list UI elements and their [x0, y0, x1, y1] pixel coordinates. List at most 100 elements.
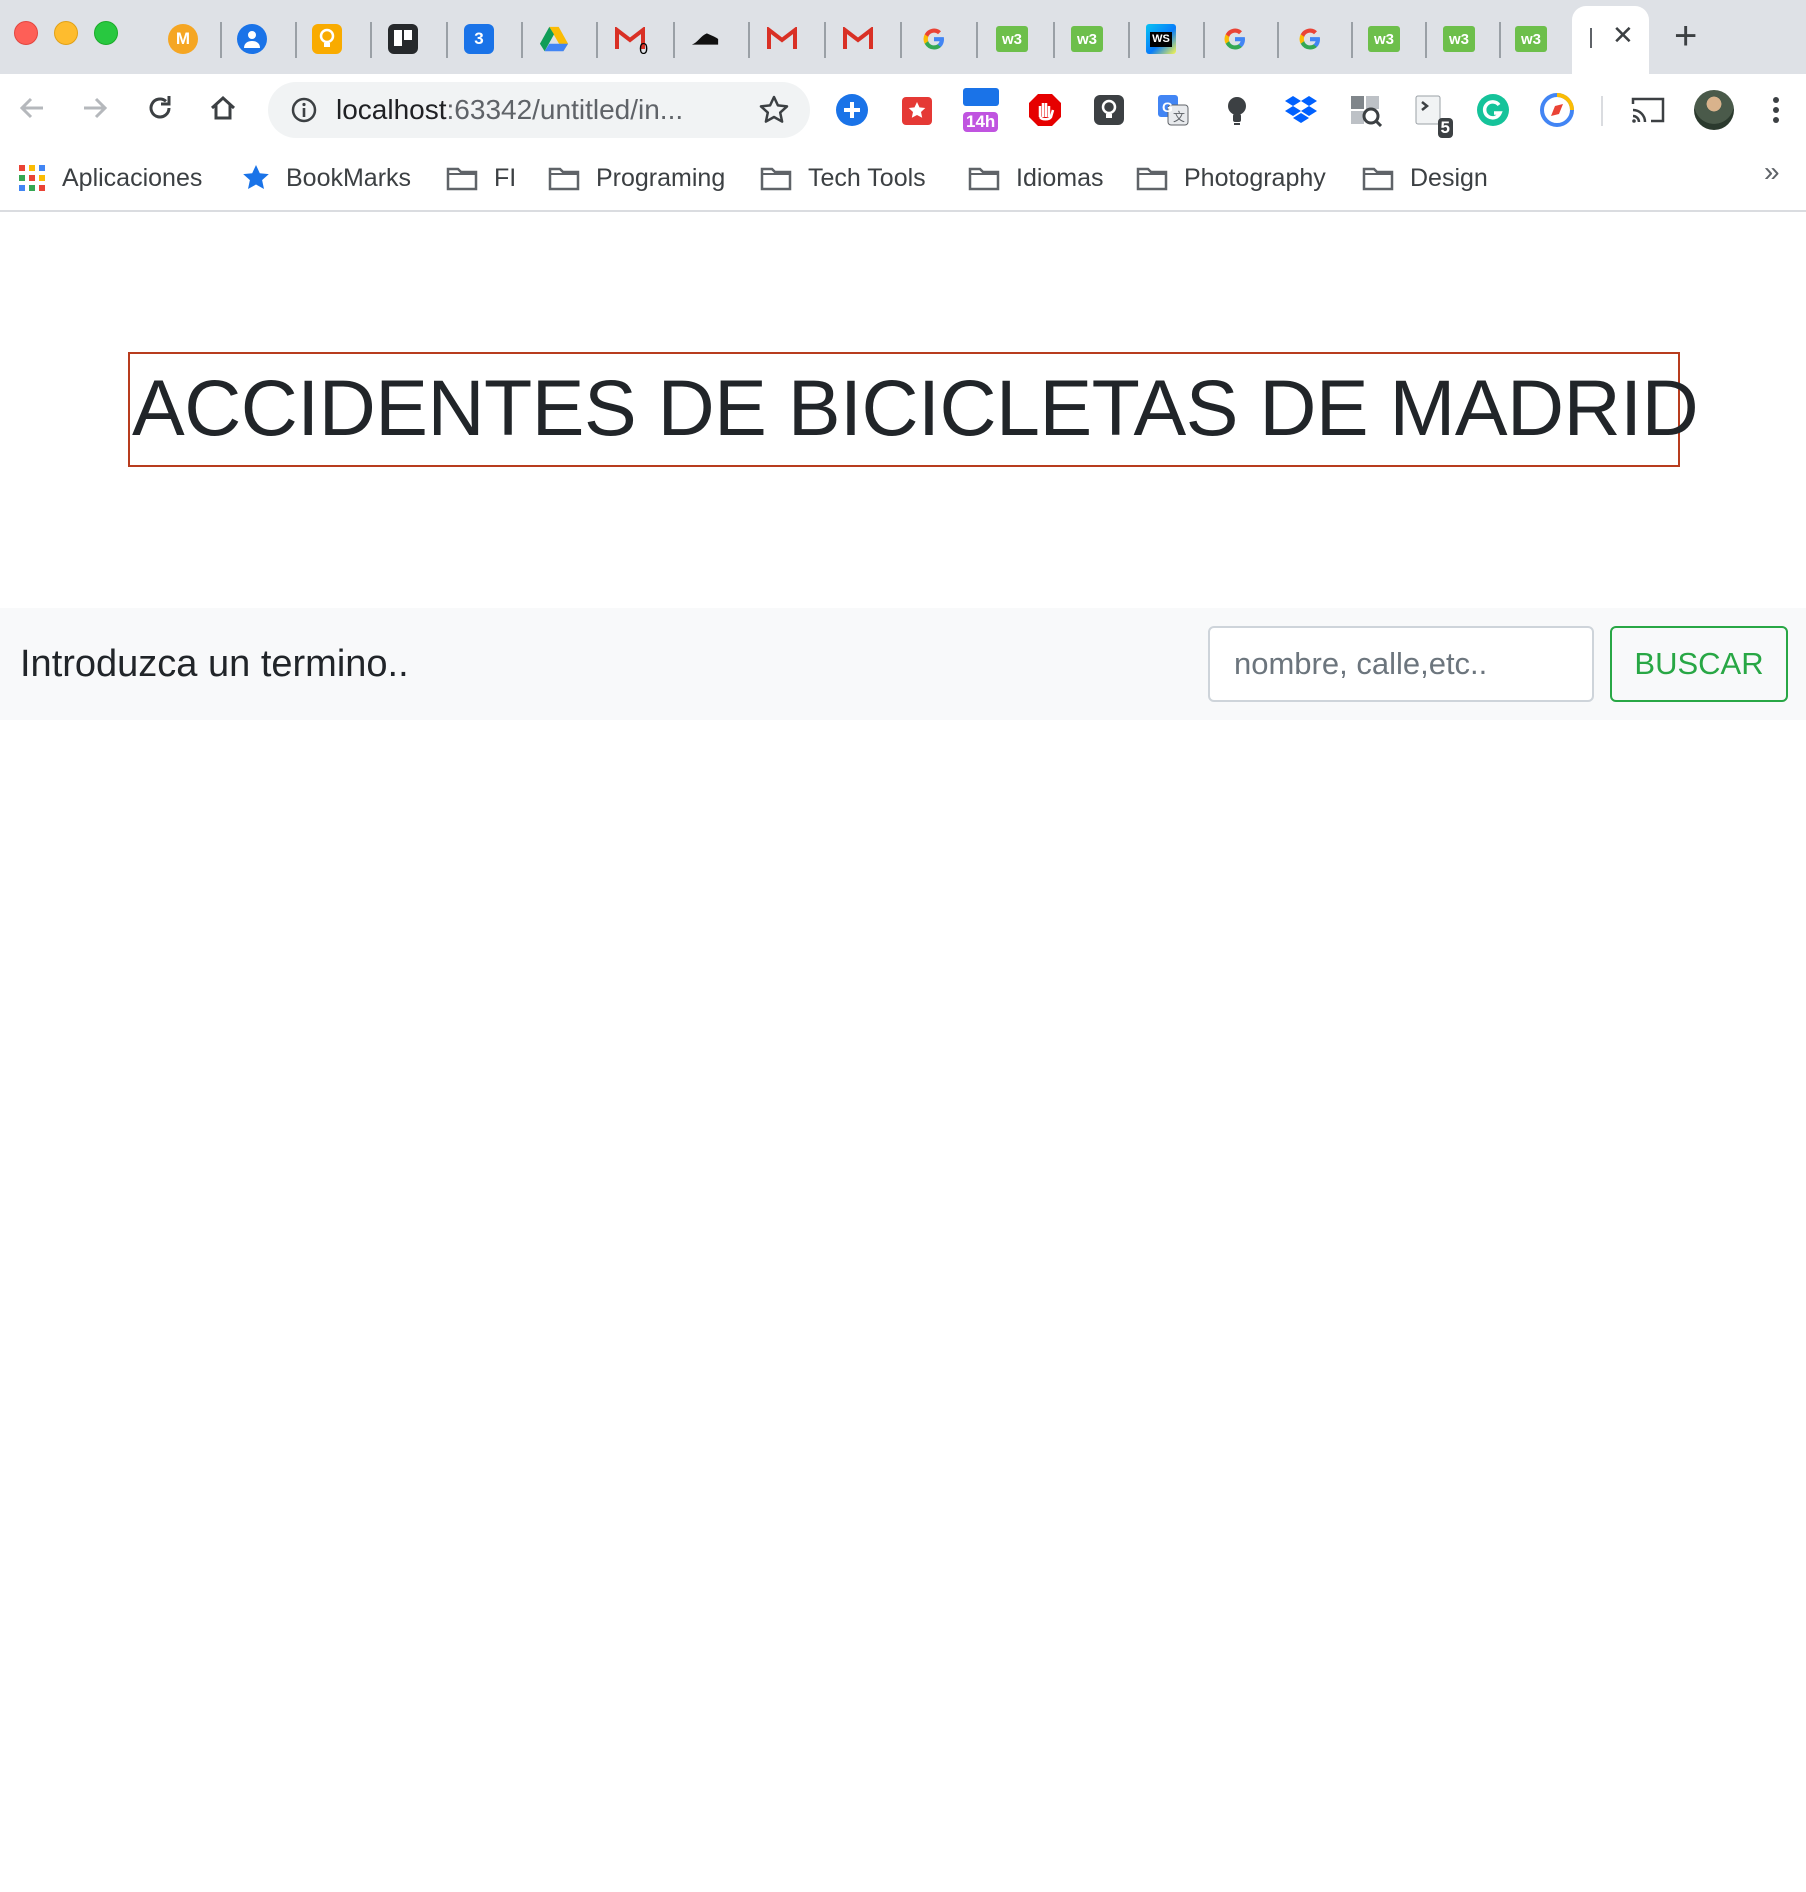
folder-icon: [1136, 165, 1168, 191]
url-host: localhost: [336, 94, 447, 125]
tab-trello[interactable]: [366, 8, 440, 70]
lightbulb-note-icon[interactable]: [1091, 92, 1127, 128]
tab-strip: M 3 0 w3 w3 WS w3 w3 w3 ✕ +: [0, 0, 1806, 74]
w3schools-icon: w3: [996, 26, 1028, 52]
address-url[interactable]: localhost:63342/untitled/in...: [336, 94, 683, 126]
gmail-icon: 0: [615, 24, 648, 58]
new-tab-button[interactable]: +: [1674, 16, 1697, 56]
toolbar-divider: [1601, 96, 1603, 126]
folder-icon: [968, 165, 1000, 191]
tab-w3schools[interactable]: w3: [975, 8, 1049, 70]
search-button[interactable]: BUSCAR: [1610, 626, 1788, 702]
timer-icon[interactable]: 14h: [963, 88, 999, 132]
timer-badge: 14h: [963, 112, 999, 132]
tab-w3schools[interactable]: w3: [1347, 8, 1421, 70]
compass-icon[interactable]: [1539, 92, 1575, 128]
site-info-icon[interactable]: [290, 96, 318, 129]
bookmark-label: Programing: [596, 163, 726, 192]
svg-text:G: G: [1162, 99, 1173, 115]
tab-contacts[interactable]: [215, 8, 289, 70]
idea-bulb-icon[interactable]: [1219, 92, 1255, 128]
arrow-right-icon: [84, 97, 108, 119]
tab-shoe[interactable]: [668, 8, 742, 70]
profile-avatar[interactable]: [1694, 90, 1734, 130]
tab-calendar[interactable]: 3: [442, 8, 516, 70]
bookmark-folder-tech-tools[interactable]: Tech Tools: [760, 158, 926, 198]
terminal-icon[interactable]: 5: [1411, 92, 1453, 138]
google-translate-icon[interactable]: G文: [1155, 92, 1191, 128]
inspect-icon[interactable]: [1347, 92, 1383, 128]
tab-google[interactable]: [897, 8, 971, 70]
tab-google[interactable]: [1198, 8, 1272, 70]
tab-webstorm[interactable]: WS: [1124, 8, 1198, 70]
bookmark-label: Idiomas: [1016, 163, 1104, 192]
bookmark-folder-idiomas[interactable]: Idiomas: [968, 158, 1104, 198]
bookmark-label: Aplicaciones: [62, 163, 203, 192]
tab-gmail[interactable]: [821, 8, 895, 70]
bookmark-star-ext-icon[interactable]: [899, 92, 935, 128]
calendar-icon: 3: [464, 24, 494, 54]
window-maximize-button[interactable]: [94, 21, 118, 45]
dropbox-icon[interactable]: [1283, 92, 1319, 128]
drive-icon: [539, 24, 569, 54]
bookmark-label: FI: [494, 163, 517, 192]
grammarly-icon[interactable]: [1475, 92, 1511, 128]
webstorm-icon: WS: [1146, 24, 1176, 54]
adblock-icon[interactable]: [1027, 92, 1063, 128]
gmail-icon: [767, 24, 797, 54]
search-input[interactable]: [1208, 626, 1594, 702]
tab-w3schools[interactable]: w3: [1422, 8, 1496, 70]
reload-icon: [149, 96, 171, 119]
home-button[interactable]: [203, 88, 243, 128]
bookmark-star-icon[interactable]: [758, 94, 790, 131]
page-title-box: ACCIDENTES DE BICICLETAS DE MADRID: [128, 352, 1699, 467]
address-bar[interactable]: localhost:63342/untitled/in...: [268, 82, 810, 138]
url-path: :63342/untitled/in...: [446, 94, 684, 125]
window-minimize-button[interactable]: [54, 21, 78, 45]
tab-mail[interactable]: M: [146, 8, 220, 70]
tab-w3schools[interactable]: w3: [1494, 8, 1568, 70]
browser-toolbar: localhost:63342/untitled/in... 14h G文 5: [0, 74, 1806, 146]
bookmark-label: Photography: [1184, 163, 1326, 192]
w3schools-icon: w3: [1515, 26, 1547, 52]
google-icon: [1295, 24, 1325, 54]
google-icon: [1220, 24, 1250, 54]
tab-close-icon[interactable]: ✕: [1612, 20, 1634, 50]
bookmark-folder-programing[interactable]: Programing: [548, 158, 725, 198]
forward-button[interactable]: [75, 88, 115, 128]
w3schools-icon: w3: [1443, 26, 1475, 52]
bookmarks-bar: Aplicaciones BookMarks FI Programing Tec…: [0, 146, 1806, 212]
keep-icon: [312, 24, 342, 54]
tab-keep[interactable]: [290, 8, 364, 70]
google-icon: [919, 24, 949, 54]
cast-icon[interactable]: [1630, 92, 1666, 128]
bookmarks-overflow-button[interactable]: »: [1764, 156, 1780, 188]
tab-active[interactable]: ✕: [1572, 6, 1649, 74]
reload-button[interactable]: [140, 88, 180, 128]
w3schools-icon: w3: [1071, 26, 1103, 52]
tab-gmail-0[interactable]: 0: [593, 8, 667, 70]
folder-icon: [1362, 165, 1394, 191]
window-close-button[interactable]: [14, 21, 38, 45]
page-title: ACCIDENTES DE BICICLETAS DE MADRID: [132, 363, 1699, 452]
bookmark-label: Design: [1410, 163, 1488, 192]
bookmark-label: Tech Tools: [808, 163, 926, 192]
search-navbar: Introduzca un termino.. BUSCAR: [0, 608, 1806, 720]
tab-loading-indicator: [1590, 28, 1592, 48]
add-extension-icon[interactable]: [834, 92, 870, 128]
bookmark-folder-fi[interactable]: FI: [446, 158, 516, 198]
bookmark-folder-photography[interactable]: Photography: [1136, 158, 1326, 198]
bookmark-bookmarks[interactable]: BookMarks: [242, 158, 411, 198]
tab-w3schools[interactable]: w3: [1050, 8, 1124, 70]
search-label: Introduzca un termino..: [20, 643, 409, 685]
tab-drive[interactable]: [517, 8, 591, 70]
tab-google[interactable]: [1273, 8, 1347, 70]
menu-kebab-icon[interactable]: [1758, 92, 1794, 128]
gmail-icon: [843, 24, 873, 54]
tab-gmail[interactable]: [745, 8, 819, 70]
trello-icon: [388, 24, 418, 54]
bookmark-apps[interactable]: Aplicaciones: [18, 158, 202, 198]
bookmark-folder-design[interactable]: Design: [1362, 158, 1488, 198]
back-button[interactable]: [12, 88, 52, 128]
svg-text:文: 文: [1173, 109, 1185, 124]
